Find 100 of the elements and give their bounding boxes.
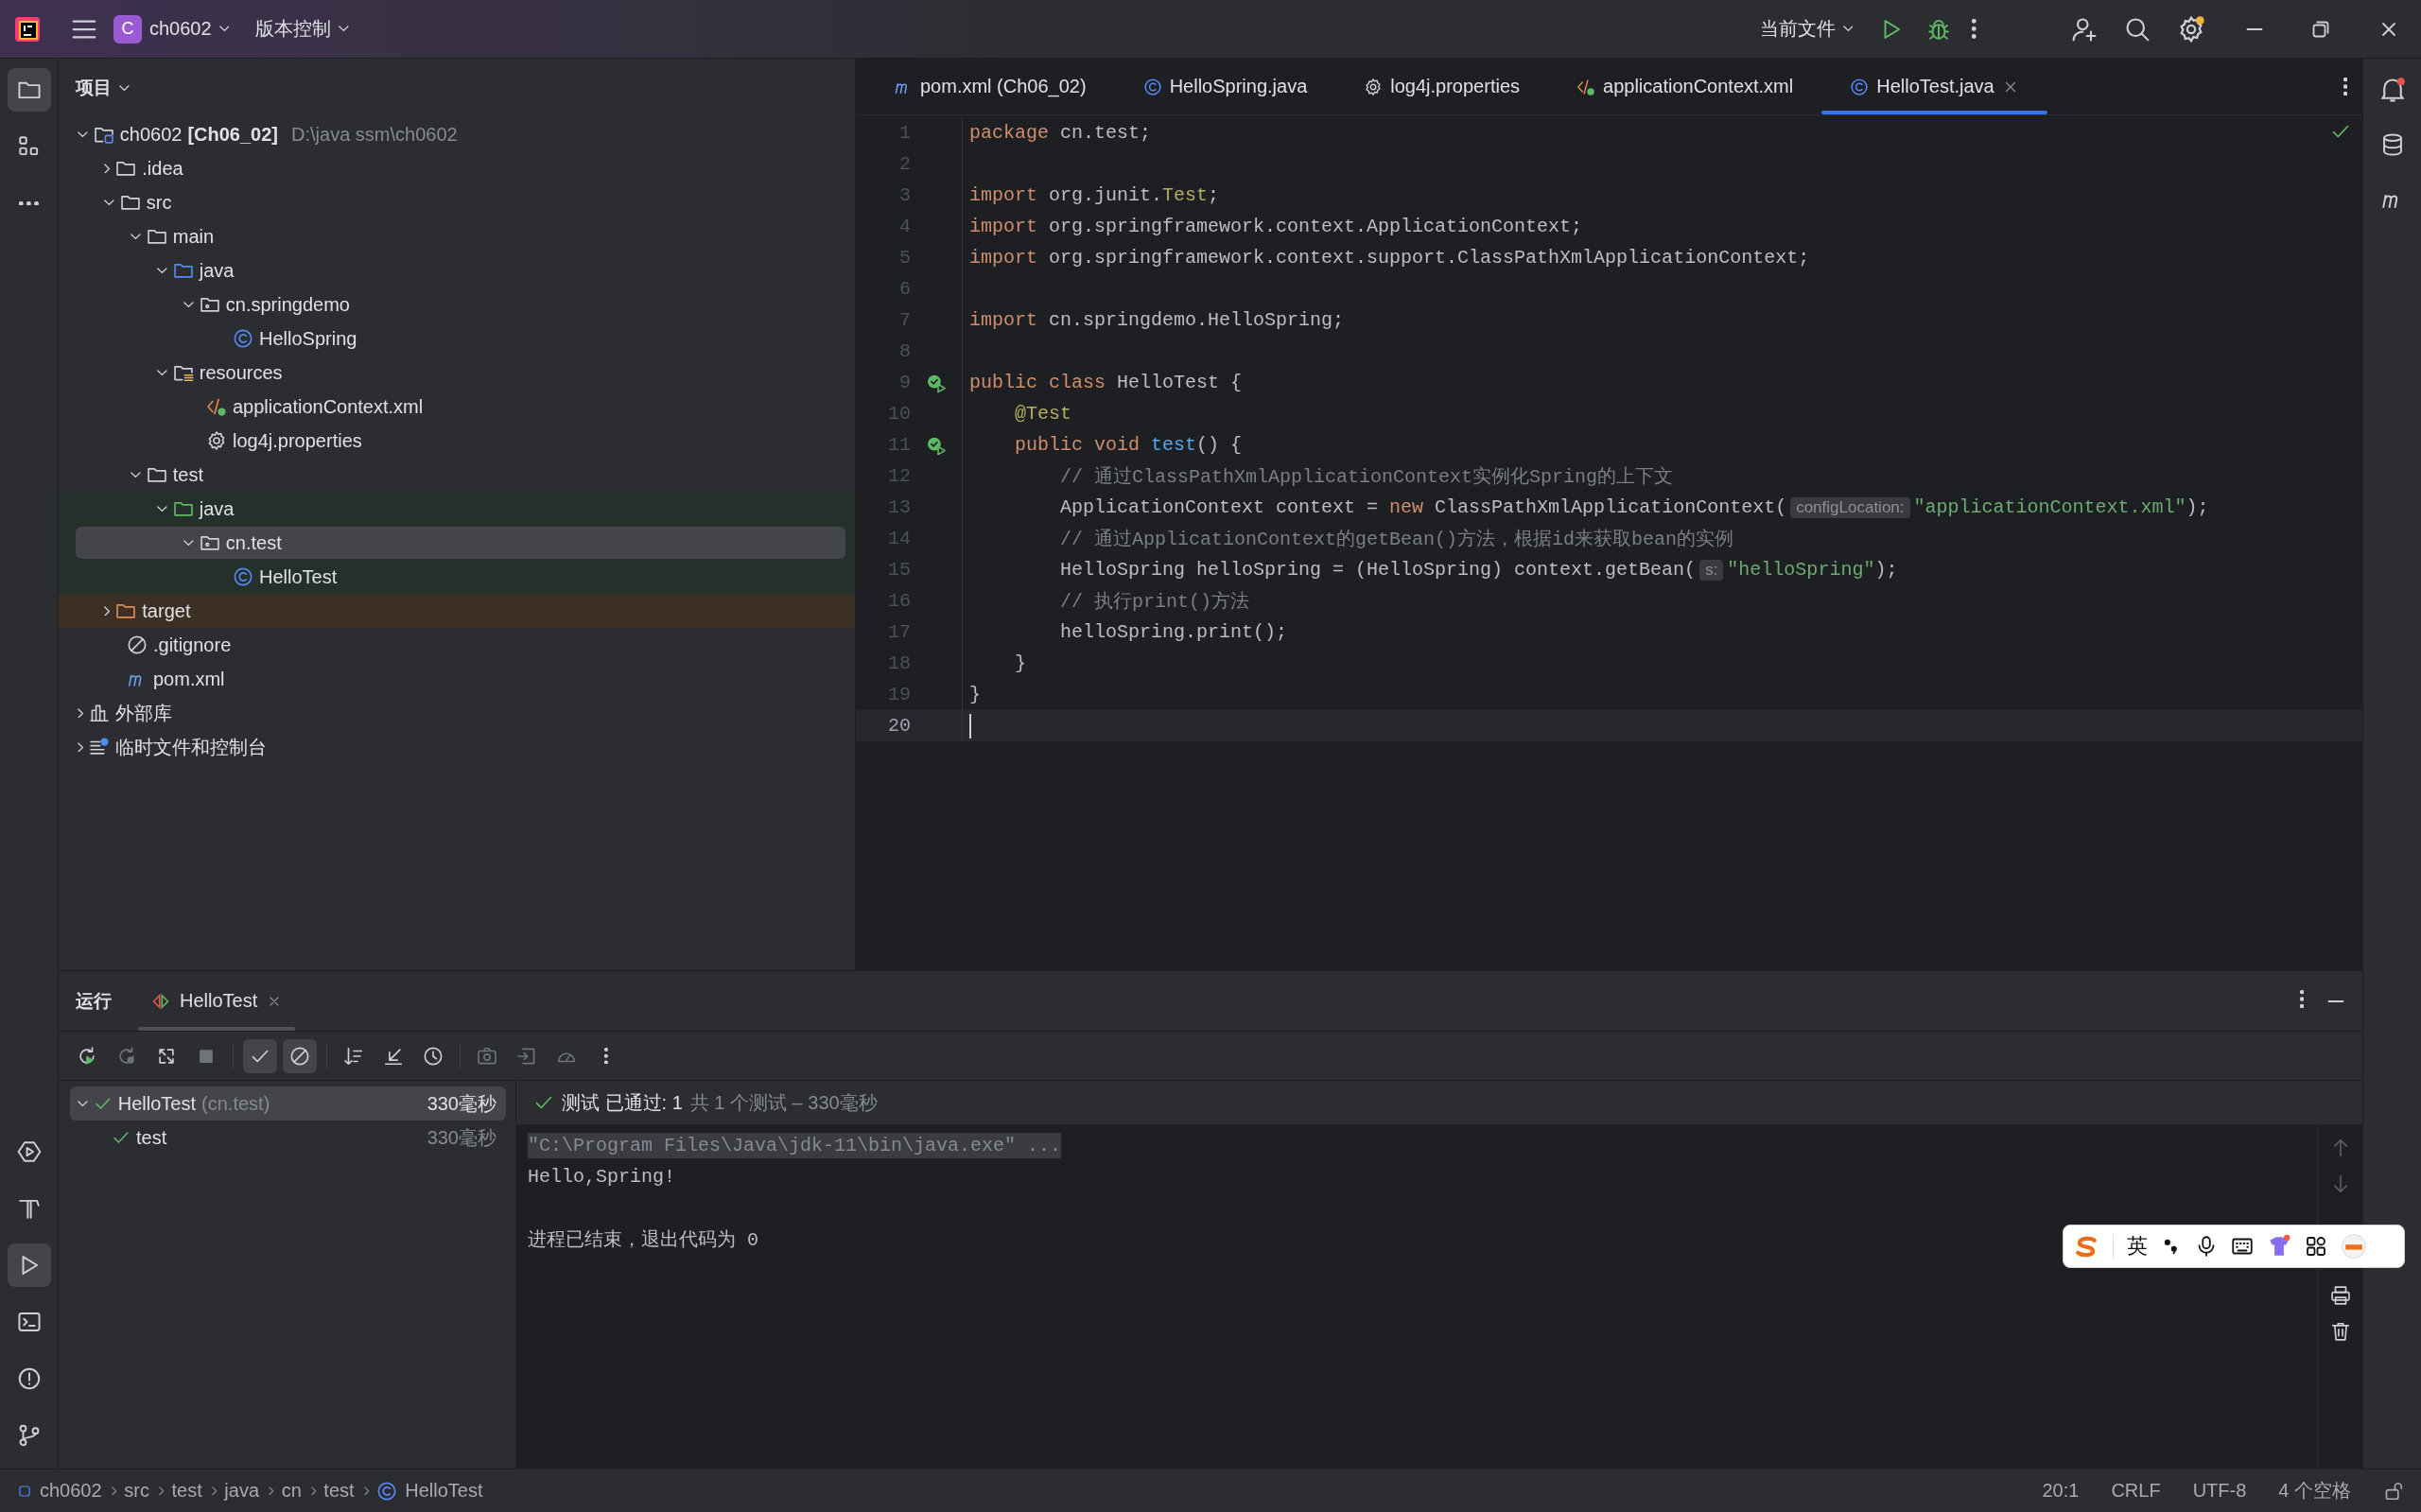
panel-title[interactable]: 项目 (76, 76, 112, 100)
chevron-down-icon[interactable] (78, 1100, 88, 1107)
tree-row[interactable]: cn.test (59, 526, 855, 560)
tree-row[interactable]: cn.springdemo (59, 287, 855, 322)
code-line: // 通过ClassPathXmlApplicationContext实例化Spring的上下文 (962, 461, 1674, 492)
test-summary: 测试 已通过: 1 (562, 1090, 683, 1115)
editor-tab[interactable]: applicationContext.xml (1548, 59, 1822, 114)
line-ending[interactable]: CRLF (2111, 1480, 2161, 1502)
problems-icon (16, 1366, 42, 1391)
breadcrumb[interactable]: src (124, 1480, 149, 1502)
code-line: HelloSpring helloSpring = (HelloSpring) context.getBean( s: "helloSpring"); (962, 554, 1898, 585)
file-name: HelloSpring (259, 327, 357, 350)
breadcrumb[interactable]: HelloTest (405, 1480, 483, 1502)
lock-icon[interactable] (2383, 1480, 2404, 1502)
chevron-down-icon[interactable] (157, 267, 167, 274)
file-name: resources (199, 361, 283, 384)
breadcrumb[interactable]: test (323, 1480, 355, 1502)
indent-setting[interactable]: 4 个空格 (2278, 1478, 2351, 1503)
breadcrumb[interactable]: test (171, 1480, 202, 1502)
toolbox-icon[interactable] (2305, 1235, 2327, 1258)
more-icon[interactable] (2343, 77, 2347, 96)
module-name: [Ch06_02] (187, 123, 279, 146)
vcs-menu[interactable]: 版本控制 (255, 16, 350, 42)
tree-row[interactable]: main (59, 219, 855, 253)
tree-row[interactable]: 临时文件和控制台 (59, 730, 855, 764)
show-passed-button[interactable] (243, 1038, 277, 1073)
chevron-down-icon[interactable] (78, 130, 88, 138)
tree-row[interactable]: test (59, 458, 855, 492)
add-user-icon[interactable] (2071, 15, 2098, 43)
skin-icon[interactable] (2267, 1234, 2291, 1259)
settings-icon[interactable] (2177, 14, 2205, 43)
chevron-down-icon[interactable] (119, 84, 130, 92)
tree-row[interactable]: resources (59, 356, 855, 390)
chevron-down-icon[interactable] (131, 233, 141, 240)
tree-row[interactable]: 外部库 (59, 696, 855, 730)
test-tree-row[interactable]: HelloTest (cn.test) 330毫秒 (70, 1086, 506, 1121)
text-cursor (969, 713, 971, 739)
xml-file-icon (1576, 77, 1595, 96)
breadcrumb[interactable]: ch0602 (40, 1480, 102, 1502)
chevron-right-icon[interactable] (104, 163, 111, 174)
project-folder-button[interactable] (7, 68, 51, 112)
file-name: 临时文件和控制台 (115, 735, 268, 759)
breadcrumb[interactable]: cn (281, 1480, 302, 1502)
run-tab[interactable]: HelloTest (138, 971, 296, 1031)
run-configuration-selector[interactable]: 当前文件 (1759, 16, 1854, 42)
history-icon (423, 1045, 444, 1067)
chevron-right-icon[interactable] (104, 605, 111, 617)
editor-tab[interactable]: pom.xml (Ch06_02) (865, 59, 1115, 114)
editor-tab[interactable]: log4j.properties (1335, 59, 1548, 114)
tree-row[interactable]: pom.xml (59, 662, 855, 696)
tree-row[interactable]: applicationContext.xml (59, 390, 855, 424)
code-line: // 执行print()方法 (962, 585, 1250, 617)
search-icon[interactable] (2124, 15, 2151, 43)
chevron-down-icon[interactable] (104, 199, 114, 206)
file-name: test (172, 463, 204, 486)
module-icon (17, 1483, 32, 1499)
tree-row[interactable]: HelloSpring (59, 322, 855, 356)
input-mode-toggle[interactable]: 英 (2127, 1232, 2148, 1260)
chevron-down-icon[interactable] (183, 539, 194, 547)
assistant-icon[interactable] (2341, 1233, 2367, 1260)
file-encoding[interactable]: UTF-8 (2192, 1480, 2247, 1502)
tree-row[interactable]: target (59, 594, 855, 628)
chevron-down-icon[interactable] (131, 471, 141, 478)
chevron-down-icon[interactable] (183, 301, 194, 308)
code-line: import cn.springdemo.HelloSpring; (962, 304, 1345, 336)
chevron-right-icon[interactable] (78, 741, 84, 753)
trash-icon[interactable] (2329, 1321, 2351, 1342)
test-name: test (136, 1126, 167, 1149)
tree-row[interactable]: .idea (59, 151, 855, 185)
more-icon[interactable] (2299, 989, 2304, 1008)
chevron-right-icon[interactable] (78, 707, 84, 719)
tree-row[interactable]: src (59, 185, 855, 219)
chevron-right-icon (158, 1486, 165, 1496)
file-name: applicationContext.xml (233, 395, 424, 418)
file-name: src (146, 191, 172, 214)
run-button[interactable] (7, 1243, 51, 1287)
editor-tab[interactable]: HelloTest.java (1821, 59, 2047, 114)
caret-position[interactable]: 20:1 (2042, 1480, 2080, 1502)
test-tree-row[interactable]: test 330毫秒 (70, 1121, 506, 1155)
chevron-down-icon[interactable] (157, 505, 167, 513)
chevron-down-icon[interactable] (157, 369, 167, 376)
print-icon[interactable] (2329, 1285, 2351, 1306)
app-logo-icon[interactable] (13, 14, 42, 43)
file-name: HelloTest (259, 565, 338, 588)
tree-row[interactable]: java (59, 253, 855, 287)
editor-tab[interactable]: HelloSpring.java (1114, 59, 1336, 114)
project-selector[interactable]: C ch0602 (113, 14, 230, 43)
tree-row[interactable]: java (59, 492, 855, 526)
tree-row[interactable]: ch0602 [Ch06_02] D:\java ssm\ch0602 (59, 117, 855, 151)
code-line: ApplicationContext context = new ClassPathXmlApplicationContext( configLocation: "applicationContext.xml"); (962, 492, 2209, 523)
services-icon (16, 1139, 42, 1164)
show-ignored-button[interactable] (283, 1038, 317, 1073)
console-line: 进程已结束，退出代码为 0 (528, 1228, 758, 1253)
tree-row[interactable]: log4j.properties (59, 424, 855, 458)
breadcrumb[interactable]: java (224, 1480, 260, 1502)
tree-row[interactable]: .gitignore (59, 628, 855, 662)
tree-row[interactable]: HelloTest (59, 560, 855, 594)
more-icon[interactable] (1972, 19, 1977, 39)
rerun-icon (77, 1045, 97, 1067)
show-ignored-icon (289, 1045, 310, 1067)
